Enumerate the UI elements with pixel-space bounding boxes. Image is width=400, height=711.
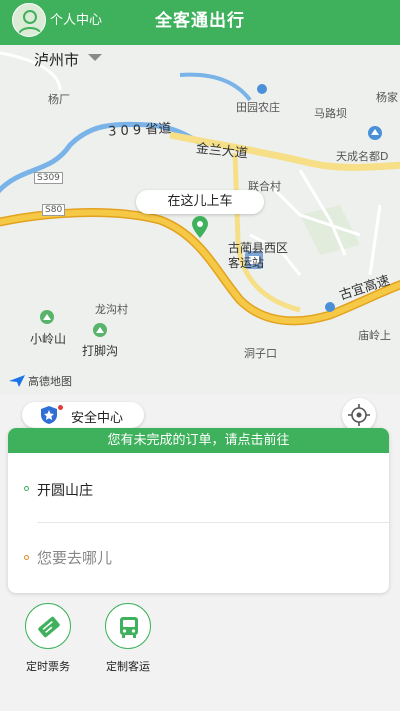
road-shield: S309 [34, 172, 63, 184]
map-label: 古蔺县西区客运站 [228, 241, 289, 270]
map-label: 庙岭上 [358, 329, 391, 342]
map-label: 田园农庄 [236, 101, 280, 114]
map-label: 杨家 [376, 91, 398, 104]
map-view[interactable]: 泸州市 杨厂 田园农庄 马路坝 杨家 3 0 9 省道 金兰大道 天成名都D S… [0, 45, 400, 394]
attribution-text: 高德地图 [28, 375, 72, 388]
origin-field[interactable]: 开圆山庄 [37, 480, 93, 500]
service-label: 定制客运 [106, 660, 150, 673]
service-circle [105, 603, 151, 649]
divider [37, 522, 389, 523]
safety-center-button[interactable]: 安全中心 [22, 402, 144, 428]
alert-dot [58, 405, 63, 410]
map-label: 洞子口 [244, 347, 277, 360]
origin-dot-icon [24, 486, 29, 491]
location-pin-icon [192, 216, 208, 238]
city-selector[interactable]: 泸州市 [34, 49, 79, 70]
destination-input[interactable]: 您要去哪儿 [37, 547, 112, 568]
locate-button[interactable] [342, 398, 376, 432]
scheduled-ticket-button[interactable]: 定时票务 [19, 603, 77, 674]
bus-icon [120, 617, 138, 638]
map-label: 3 0 9 省道 [107, 121, 172, 140]
road-shield: S80 [42, 204, 66, 216]
top-bar: 个人中心 全客通出行 [0, 0, 400, 45]
shield-icon [41, 406, 57, 424]
map-label: 打脚沟 [82, 344, 119, 358]
amap-logo-icon [9, 375, 25, 387]
map-label: 马路坝 [314, 107, 347, 120]
map-label: 小岭山 [30, 332, 67, 346]
safety-center-label: 安全中心 [71, 411, 124, 426]
map-label: 天成名都D [336, 150, 389, 163]
pending-order-banner[interactable]: 您有未完成的订单，请点击前往 [8, 428, 389, 453]
custom-bus-button[interactable]: 定制客运 [99, 603, 157, 674]
service-label: 定时票务 [26, 660, 70, 673]
destination-dot-icon [24, 555, 29, 560]
map-attribution: 高德地图 [8, 373, 72, 389]
crosshair-icon [348, 404, 370, 426]
map-label: 龙沟村 [95, 303, 128, 316]
map-label: 杨厂 [48, 93, 70, 106]
trip-card: 您有未完成的订单，请点击前往 开圆山庄 您要去哪儿 [8, 428, 389, 593]
app-title: 全客通出行 [155, 11, 245, 31]
service-circle [25, 603, 71, 649]
chevron-down-icon[interactable] [88, 54, 102, 61]
ticket-icon [38, 616, 60, 638]
pickup-hint: 在这儿上车 [136, 190, 264, 214]
